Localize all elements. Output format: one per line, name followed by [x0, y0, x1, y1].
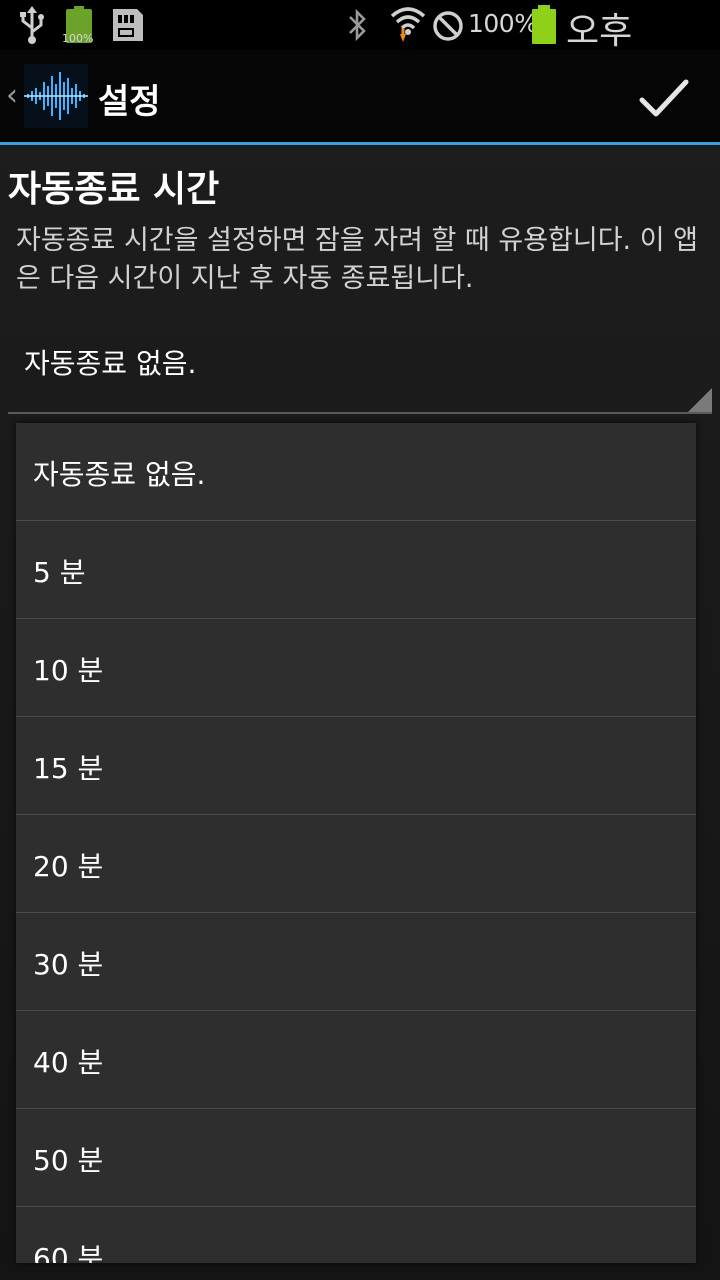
up-navigation-button[interactable]: ‹ 설정: [0, 50, 170, 142]
sd-card-icon: [113, 9, 143, 41]
dropdown-option[interactable]: 10 분: [16, 619, 696, 717]
dropdown-option-label: 30 분: [33, 948, 104, 981]
battery-small-label: 100%: [62, 32, 94, 45]
auto-exit-spinner[interactable]: 자동종료 없음.: [8, 322, 712, 414]
action-bar-title: 설정: [98, 82, 161, 122]
dropdown-option-label: 40 분: [33, 1046, 104, 1079]
dropdown-option[interactable]: 20 분: [16, 815, 696, 913]
wifi-icon: [390, 7, 426, 42]
dropdown-option[interactable]: 50 분: [16, 1109, 696, 1207]
dropdown-option[interactable]: 60 분: [16, 1207, 696, 1263]
dropdown-option[interactable]: 40 분: [16, 1011, 696, 1109]
dropdown-option-label: 10 분: [33, 654, 104, 687]
screen: 100% 100% 오후 4:1: [0, 0, 720, 1280]
preference-description: 자동종료 시간을 설정하면 잠을 자려 할 때 유용합니다. 이 앱은 다음 시…: [16, 225, 698, 294]
dropdown-option-label: 20 분: [33, 850, 104, 883]
usb-icon: [20, 6, 44, 44]
sound-wave-icon: [24, 64, 88, 128]
dropdown-option-label: 50 분: [33, 1144, 104, 1177]
spinner-underline: [8, 412, 712, 414]
action-bar-divider: [0, 142, 720, 145]
dropdown-option[interactable]: 30 분: [16, 913, 696, 1011]
back-chevron-icon: ‹: [6, 78, 18, 113]
status-bar: 100% 100% 오후 4:1: [0, 0, 720, 95]
preference-title: 자동종료 시간: [8, 169, 220, 210]
spinner-selected-value: 자동종료 없음.: [24, 347, 197, 380]
dropdown-option-label: 15 분: [33, 752, 104, 785]
dropdown-option-label: 5 분: [33, 556, 86, 589]
action-bar: ‹ 설정: [0, 50, 720, 142]
dropdown-option-label: 60 분: [33, 1242, 104, 1263]
dropdown-option[interactable]: 자동종료 없음.: [16, 423, 696, 521]
do-not-disturb-icon: [433, 11, 463, 41]
dropdown-option-label: 자동종료 없음.: [33, 458, 206, 491]
battery-percent: 100%: [468, 9, 538, 38]
spinner-arrow-icon: [688, 388, 712, 412]
dropdown-option[interactable]: 5 분: [16, 521, 696, 619]
checkmark-icon[interactable]: [638, 76, 690, 120]
bluetooth-icon: [349, 8, 366, 42]
dropdown-option[interactable]: 15 분: [16, 717, 696, 815]
battery-icon: [532, 5, 556, 44]
dropdown-list[interactable]: 자동종료 없음. 5 분 10 분 15 분 20 분 30 분 40 분 50…: [16, 423, 696, 1263]
